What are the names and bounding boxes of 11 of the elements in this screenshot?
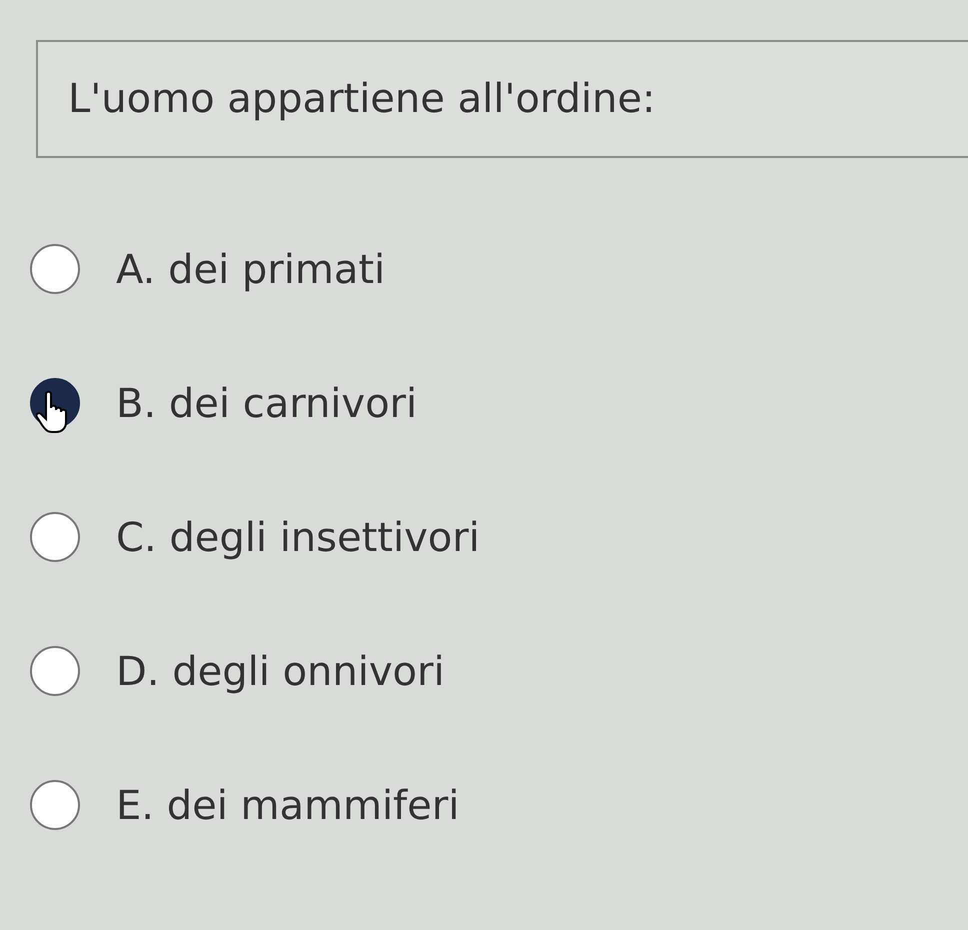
radio-button[interactable]	[30, 780, 80, 830]
option-label[interactable]: D. degli onnivori	[116, 642, 445, 702]
option-label[interactable]: B. dei carnivori	[116, 374, 418, 434]
radio-button[interactable]	[30, 244, 80, 294]
question-text: L'uomo appartiene all'ordine:	[68, 75, 656, 124]
radio-button[interactable]	[30, 646, 80, 696]
option-label[interactable]: C. degli insettivori	[116, 508, 480, 568]
radio-button[interactable]	[30, 512, 80, 562]
hand-cursor-icon	[36, 390, 70, 434]
option-label[interactable]: A. dei primati	[116, 240, 386, 300]
option-label[interactable]: E. dei mammiferi	[116, 776, 460, 836]
